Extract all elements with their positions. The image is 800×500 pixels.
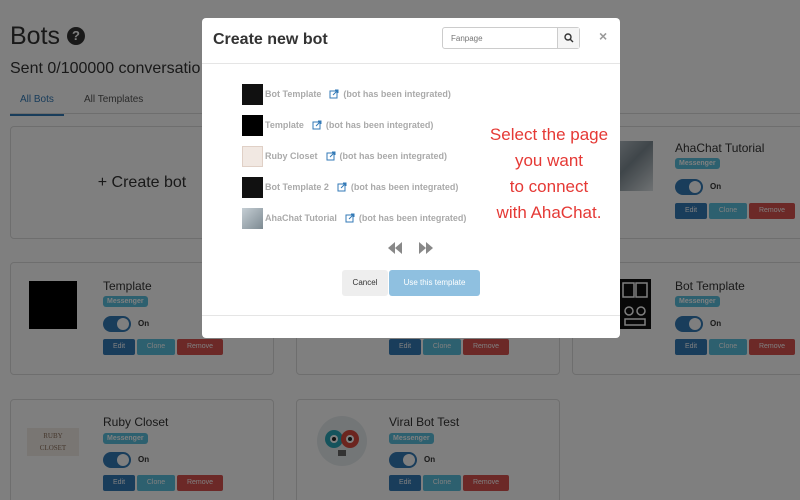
page-avatar [242, 176, 263, 198]
next-page-icon[interactable] [419, 242, 433, 254]
external-link-icon[interactable] [326, 151, 336, 161]
page-option[interactable]: Bot Template (bot has been integrated) [242, 83, 451, 105]
modal-divider [202, 63, 620, 64]
page-avatar [242, 207, 263, 229]
page-name: Ruby Closet [265, 151, 318, 161]
search-icon [564, 33, 574, 43]
close-icon[interactable]: × [599, 28, 607, 44]
page-option[interactable]: Bot Template 2 (bot has been integrated) [242, 176, 459, 198]
previous-page-icon[interactable] [388, 242, 402, 254]
page-avatar [242, 145, 263, 167]
use-template-button[interactable]: Use this template [389, 270, 480, 296]
page-avatar [242, 114, 263, 136]
page-name: AhaChat Tutorial [265, 213, 337, 223]
page-name: Bot Template [265, 89, 322, 99]
page-status: (bot has been integrated) [343, 89, 451, 99]
modal-footer-divider [202, 315, 620, 316]
modal-title: Create new bot [213, 31, 328, 48]
page-status: (bot has been integrated) [358, 213, 467, 223]
annotation-line: Select the page [489, 125, 609, 144]
annotation-line: you want [514, 151, 584, 170]
page-option[interactable]: AhaChat Tutorial (bot has been integrate… [242, 207, 467, 229]
page-name: Bot Template 2 [265, 182, 329, 192]
external-link-icon[interactable] [345, 213, 355, 223]
page-status: (bot has been integrated) [325, 120, 434, 130]
external-link-icon[interactable] [312, 120, 322, 130]
page-option[interactable]: Template (bot has been integrated) [242, 114, 434, 136]
search-button[interactable] [557, 28, 579, 48]
page-avatar [242, 83, 263, 105]
page-status: (bot has been integrated) [350, 182, 459, 192]
page-name: Template [265, 120, 304, 130]
annotation-line: to connect [509, 177, 589, 196]
external-link-icon[interactable] [337, 182, 347, 192]
annotation-line: with AhaChat. [496, 203, 602, 222]
annotation-text: Select the page you want to connect with… [479, 122, 619, 226]
page-option[interactable]: Ruby Closet (bot has been integrated) [242, 145, 448, 167]
cancel-button[interactable]: Cancel [342, 270, 388, 296]
fanpage-search [442, 27, 580, 49]
external-link-icon[interactable] [329, 89, 339, 99]
page-status: (bot has been integrated) [339, 151, 448, 161]
fanpage-search-input[interactable] [443, 28, 558, 48]
